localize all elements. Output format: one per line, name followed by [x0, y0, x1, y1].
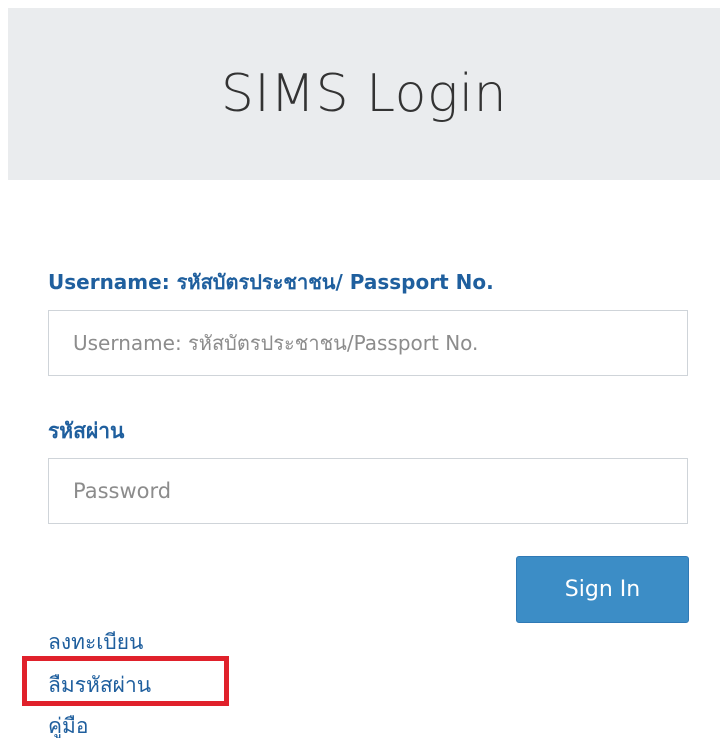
password-label: รหัสผ่าน [48, 419, 125, 443]
login-page: SIMS Login Username: รหัสบัตรประชาชน/ Pa… [0, 0, 720, 738]
manual-link[interactable]: คู่มือ [48, 710, 89, 738]
username-input[interactable] [48, 310, 688, 376]
page-title: SIMS Login [220, 64, 508, 124]
login-header: SIMS Login [8, 8, 720, 180]
sign-in-button[interactable]: Sign In [516, 556, 689, 623]
password-input[interactable] [48, 458, 688, 524]
register-link[interactable]: ลงทะเบียน [48, 626, 143, 659]
highlight-box [22, 656, 229, 706]
username-label: Username: รหัสบัตรประชาชน/ Passport No. [48, 270, 494, 294]
